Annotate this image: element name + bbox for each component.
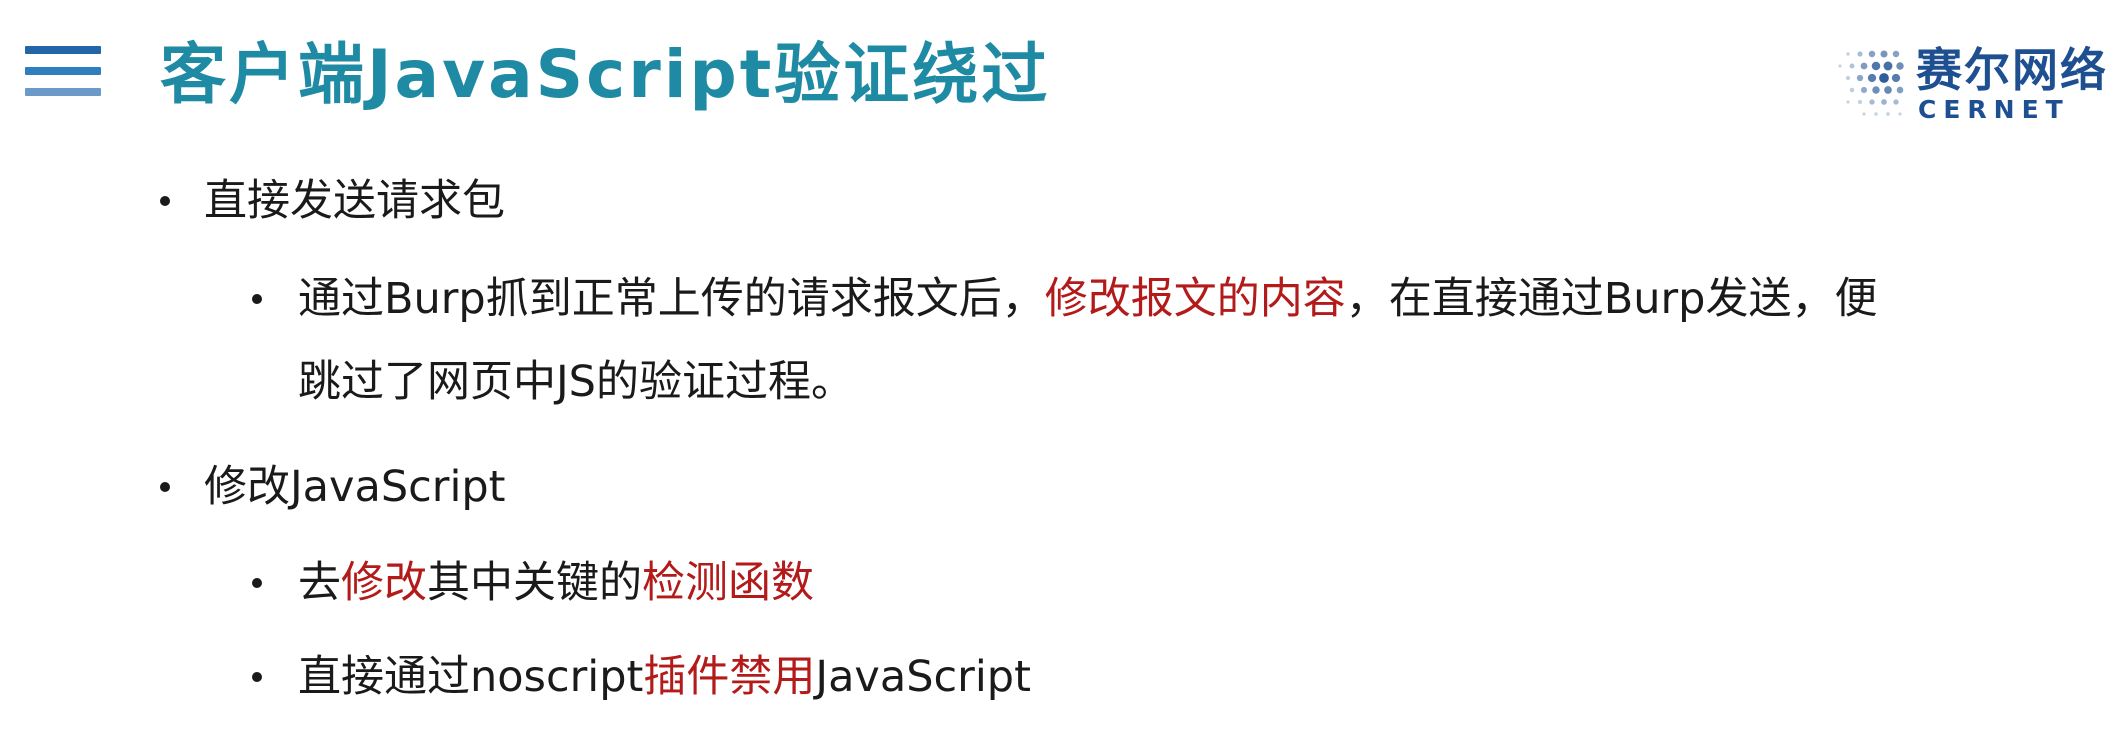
- highlighted-text: 插件禁用: [643, 652, 816, 702]
- highlighted-text: 修改报文的内容: [1044, 274, 1346, 324]
- bullet-item: 修改JavaScript: [160, 444, 506, 530]
- bullet-dot: [160, 482, 170, 492]
- bullet-text: 直接通过noscript: [298, 652, 644, 702]
- bullet-item: 直接发送请求包: [160, 158, 505, 244]
- bullet-text: 去: [298, 558, 341, 608]
- sub-bullet-item: 跳过了网页中JS的验证过程。: [298, 339, 854, 425]
- sub-bullet-item: 去修改其中关键的检测函数: [252, 540, 814, 626]
- bullet-text: 直接发送请求包: [204, 176, 505, 226]
- bullet-text: ，在直接通过Burp发送，便: [1345, 274, 1878, 324]
- bullet-list: 直接发送请求包通过Burp抓到正常上传的请求报文后，修改报文的内容，在直接通过B…: [0, 0, 2110, 756]
- bullet-text: 通过Burp抓到正常上传的请求报文后，: [298, 274, 1045, 324]
- bullet-text: 跳过了网页中JS的验证过程。: [298, 357, 854, 407]
- bullet-dot: [252, 672, 262, 682]
- bullet-text: 其中关键的: [427, 558, 642, 608]
- sub-bullet-item: 直接通过noscript插件禁用JavaScript: [252, 634, 1031, 720]
- bullet-dot: [252, 294, 262, 304]
- sub-bullet-item: 通过Burp抓到正常上传的请求报文后，修改报文的内容，在直接通过Burp发送，便: [252, 256, 1878, 342]
- bullet-dot: [160, 196, 170, 206]
- bullet-text: 修改JavaScript: [204, 462, 506, 512]
- highlighted-text: 检测函数: [642, 558, 814, 608]
- highlighted-text: 修改: [341, 558, 427, 608]
- bullet-dot: [252, 578, 262, 588]
- bullet-text: JavaScript: [815, 652, 1031, 702]
